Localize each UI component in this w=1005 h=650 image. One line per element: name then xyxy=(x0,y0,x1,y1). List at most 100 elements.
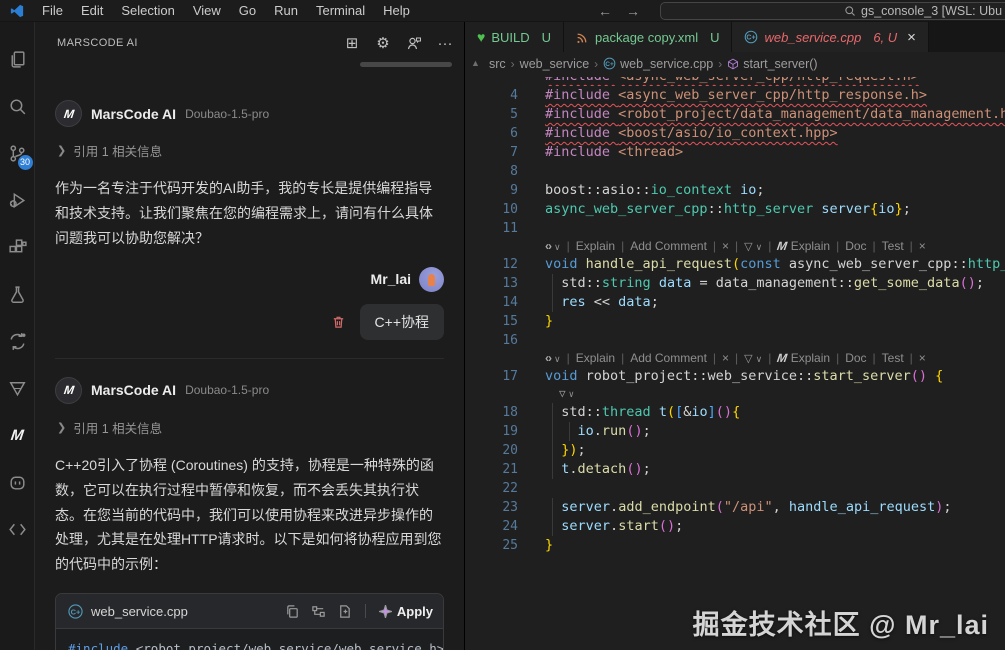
codegeex-icon[interactable] xyxy=(0,365,35,412)
codelens-actions[interactable]: ‹›∨|Explain|Add Comment|×|▽∨|M Explain|D… xyxy=(465,350,1005,367)
marscode-icon[interactable]: M xyxy=(0,412,35,459)
search-sidebar-icon[interactable] xyxy=(0,83,35,130)
new-chat-icon[interactable]: ⊞ xyxy=(343,34,361,52)
workspace-title: gs_console_3 [WSL: Ubu xyxy=(861,4,1002,18)
source-control-icon[interactable]: 30 xyxy=(0,130,35,177)
reference-toggle[interactable]: ❯ 引用 1 相关信息 xyxy=(57,418,444,437)
code-editor[interactable]: #include <async_web_server_cpp/http_requ… xyxy=(465,75,1005,555)
sparkle-icon xyxy=(379,605,392,618)
line-number: 13 xyxy=(465,274,545,293)
run-debug-icon[interactable] xyxy=(0,177,35,224)
panel-header: MARSCODE AI ⊞ ⚙ ··· xyxy=(35,22,464,64)
codegeex-icon[interactable]: ▽ xyxy=(744,353,752,365)
tab-build[interactable]: ♥ BUILD U xyxy=(465,22,564,52)
collapse-arrow-icon[interactable]: ▲ xyxy=(471,58,480,68)
line-number: 17 xyxy=(465,367,545,386)
code-line: 9boost::asio::io_context io; xyxy=(465,181,1005,200)
menu-go[interactable]: Go xyxy=(230,0,265,22)
forward-arrow-icon[interactable]: → xyxy=(626,3,640,19)
code-line: 8 xyxy=(465,162,1005,181)
menu-selection[interactable]: Selection xyxy=(112,0,183,22)
line-number: 18 xyxy=(465,403,545,422)
chat-history: M MarsCode AI Doubao-1.5-pro ❯ 引用 1 相关信息… xyxy=(35,64,464,650)
scrollbar-thumb[interactable] xyxy=(360,62,452,67)
copy-icon[interactable] xyxy=(285,604,300,619)
chevron-down-icon[interactable]: ∨ xyxy=(554,242,561,252)
line-number xyxy=(465,386,545,403)
search-icon xyxy=(844,5,856,17)
svg-text:C+: C+ xyxy=(747,35,756,42)
code-line: 22 xyxy=(465,479,1005,498)
code-line: #include <async_web_server_cpp/http_requ… xyxy=(465,77,1005,86)
close-tab-icon[interactable]: × xyxy=(907,29,916,46)
code-line: 25} xyxy=(465,536,1005,555)
user-avatar xyxy=(419,267,444,292)
code-line: 16 xyxy=(465,331,1005,350)
assistant-text: 作为一名专注于代码开发的AI助手，我的专长是提供编程指导和技术支持。让我们聚焦在… xyxy=(55,176,444,251)
menu-edit[interactable]: Edit xyxy=(72,0,112,22)
assistant-message: M MarsCode AI Doubao-1.5-pro ❯ 引用 1 相关信息… xyxy=(55,377,444,650)
chevron-down-icon[interactable]: ∨ xyxy=(554,354,561,364)
assistant-message: M MarsCode AI Doubao-1.5-pro ❯ 引用 1 相关信息… xyxy=(55,100,444,251)
apply-button[interactable]: Apply xyxy=(379,604,433,619)
model-label: Doubao-1.5-pro xyxy=(185,383,269,397)
command-center-search[interactable]: gs_console_3 [WSL: Ubu xyxy=(660,2,1005,20)
line-number: 6 xyxy=(465,124,545,143)
diff-sync-icon[interactable] xyxy=(0,318,35,365)
line-number: 22 xyxy=(465,479,545,498)
user-message: Mr_lai C++协程 xyxy=(55,267,444,340)
menu-terminal[interactable]: Terminal xyxy=(307,0,374,22)
back-arrow-icon[interactable]: ← xyxy=(598,3,612,19)
chevron-sep-icon: › xyxy=(718,57,722,71)
menu-run[interactable]: Run xyxy=(265,0,307,22)
chevron-right-icon: ❯ xyxy=(57,144,66,157)
svg-text:C+: C+ xyxy=(71,607,81,616)
breadcrumb-symbol[interactable]: start_server() xyxy=(727,57,817,71)
tab-web-service-cpp[interactable]: C+ web_service.cpp 6, U × xyxy=(732,22,928,52)
card-code-line: #include <robot_project/web_service/web_… xyxy=(68,639,431,650)
explorer-icon[interactable] xyxy=(0,36,35,83)
settings-gear-icon[interactable]: ⚙ xyxy=(374,34,392,52)
code-line: 21 t.detach(); xyxy=(465,460,1005,479)
more-actions-icon[interactable]: ··· xyxy=(436,34,454,52)
svg-text:C+: C+ xyxy=(605,61,614,68)
reference-toggle[interactable]: ❯ 引用 1 相关信息 xyxy=(57,141,444,160)
line-number: 16 xyxy=(465,331,545,350)
line-number xyxy=(465,350,545,367)
delete-trash-icon[interactable] xyxy=(331,314,346,330)
heart-icon: ♥ xyxy=(477,29,485,45)
breadcrumb-web-service[interactable]: web_service xyxy=(520,57,589,71)
tab-package-copy-xml[interactable]: package copy.xml U xyxy=(564,22,732,52)
codegeex-icon[interactable]: ▽ xyxy=(559,387,566,400)
breadcrumb-src[interactable]: src xyxy=(489,57,506,71)
menu-view[interactable]: View xyxy=(184,0,230,22)
chevron-down-icon[interactable]: ∨ xyxy=(569,390,574,400)
inline-ai-action[interactable]: ▽∨ xyxy=(465,386,1005,403)
code-line: 14 res << data; xyxy=(465,293,1005,312)
chevron-down-icon[interactable]: ∨ xyxy=(756,242,763,252)
chevron-sep-icon: › xyxy=(511,57,515,71)
model-label: Doubao-1.5-pro xyxy=(185,107,269,121)
git-status-badge: U xyxy=(542,30,551,45)
insert-code-icon[interactable] xyxy=(311,604,326,619)
breadcrumb-file[interactable]: C+ web_service.cpp xyxy=(603,57,713,71)
menu-help[interactable]: Help xyxy=(374,0,419,22)
robot-assistant-icon[interactable] xyxy=(0,459,35,506)
chevron-down-icon[interactable]: ∨ xyxy=(756,354,763,364)
testing-icon[interactable] xyxy=(0,271,35,318)
code-suggestion-card: C+ web_service.cpp xyxy=(55,593,444,650)
line-number: 20 xyxy=(465,441,545,460)
code-brackets-icon[interactable] xyxy=(0,506,35,553)
feedback-person-icon[interactable] xyxy=(405,34,423,52)
editor-group: ♥ BUILD U package copy.xml U C+ web_serv… xyxy=(465,22,1005,650)
code-line: 24 server.start(); xyxy=(465,517,1005,536)
menu-file[interactable]: File xyxy=(33,0,72,22)
codelens-actions[interactable]: ‹›∨|Explain|Add Comment|×|▽∨|M Explain|D… xyxy=(465,238,1005,255)
extensions-icon[interactable] xyxy=(0,224,35,271)
line-number: 8 xyxy=(465,162,545,181)
new-file-icon[interactable] xyxy=(337,604,352,619)
codegeex-icon[interactable]: ▽ xyxy=(744,241,752,253)
line-number: 23 xyxy=(465,498,545,517)
marscode-avatar: M xyxy=(55,100,82,127)
line-number: 10 xyxy=(465,200,545,219)
